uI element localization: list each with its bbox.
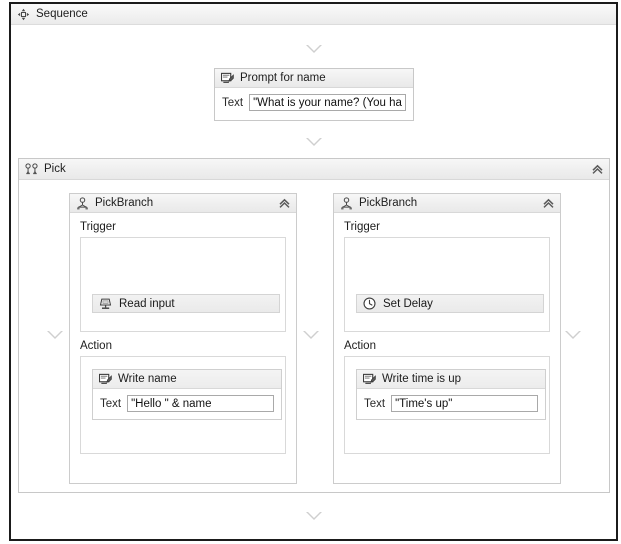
workflow-canvas: Sequence Prompt for name Text: [0, 0, 621, 544]
prompt-text-label: Text: [222, 97, 243, 109]
pick-branch-left-collapse-chevron-up-icon[interactable]: [277, 196, 291, 210]
clock-icon: [363, 297, 376, 310]
trigger-dropzone-left[interactable]: Read input: [80, 237, 286, 332]
connector-pick-left[interactable]: [47, 331, 63, 339]
write-time-is-up-text-label: Text: [364, 398, 385, 410]
prompt-for-name-activity[interactable]: Prompt for name Text: [214, 68, 414, 121]
pick-branch-icon: [76, 197, 89, 210]
sequence-header[interactable]: Sequence: [11, 4, 616, 25]
write-line-icon: [221, 72, 234, 84]
pick-branch-right-header[interactable]: PickBranch: [334, 194, 560, 213]
sequence-icon: [17, 8, 30, 21]
prompt-text-input[interactable]: [249, 94, 406, 111]
action-label-left: Action: [70, 332, 296, 356]
prompt-for-name-title: Prompt for name: [240, 72, 408, 84]
write-name-text-row: Text: [93, 389, 281, 419]
pick-icon: [25, 163, 38, 176]
read-input-title: Read input: [119, 298, 175, 310]
write-line-icon: [99, 373, 112, 385]
write-time-is-up-activity[interactable]: Write time is up Text: [356, 369, 546, 420]
write-name-title: Write name: [118, 373, 276, 385]
sequence-title: Sequence: [36, 8, 611, 20]
action-label-right: Action: [334, 332, 560, 356]
pick-branch-icon: [340, 197, 353, 210]
connector-pick-middle[interactable]: [303, 331, 319, 339]
write-name-text-label: Text: [100, 398, 121, 410]
pick-branch-right-collapse-chevron-up-icon[interactable]: [541, 196, 555, 210]
pick-collapse-chevron-up-icon[interactable]: [590, 162, 604, 176]
action-dropzone-left[interactable]: Write name Text: [80, 356, 286, 454]
connector-bottom[interactable]: [306, 512, 322, 520]
set-delay-title: Set Delay: [383, 298, 433, 310]
connector-pick-right[interactable]: [565, 331, 581, 339]
read-line-icon: [99, 298, 112, 310]
action-dropzone-right[interactable]: Write time is up Text: [344, 356, 550, 454]
pick-branch-right-title: PickBranch: [359, 197, 535, 209]
write-time-is-up-title: Write time is up: [382, 373, 540, 385]
set-delay-activity[interactable]: Set Delay: [356, 294, 544, 313]
trigger-label-left: Trigger: [70, 213, 296, 237]
write-line-icon: [363, 373, 376, 385]
connector-top[interactable]: [306, 45, 322, 53]
trigger-label-right: Trigger: [334, 213, 560, 237]
pick-branch-left-header[interactable]: PickBranch: [70, 194, 296, 213]
write-time-is-up-text-input[interactable]: [391, 395, 538, 412]
pick-header[interactable]: Pick: [19, 159, 609, 180]
pick-title: Pick: [44, 163, 584, 175]
read-input-activity[interactable]: Read input: [92, 294, 280, 313]
prompt-text-row: Text: [215, 88, 413, 118]
write-time-is-up-text-row: Text: [357, 389, 545, 419]
pick-branch-left-title: PickBranch: [95, 197, 271, 209]
write-time-is-up-header[interactable]: Write time is up: [357, 370, 545, 389]
trigger-dropzone-right[interactable]: Set Delay: [344, 237, 550, 332]
pick-branch-left[interactable]: PickBranch Trigger Read: [69, 193, 297, 484]
pick-branch-right[interactable]: PickBranch Trigger Set Delay Acti: [333, 193, 561, 484]
connector-prompt-pick[interactable]: [306, 138, 322, 146]
prompt-for-name-header[interactable]: Prompt for name: [215, 69, 413, 88]
write-name-activity[interactable]: Write name Text: [92, 369, 282, 420]
write-name-text-input[interactable]: [127, 395, 274, 412]
write-name-header[interactable]: Write name: [93, 370, 281, 389]
